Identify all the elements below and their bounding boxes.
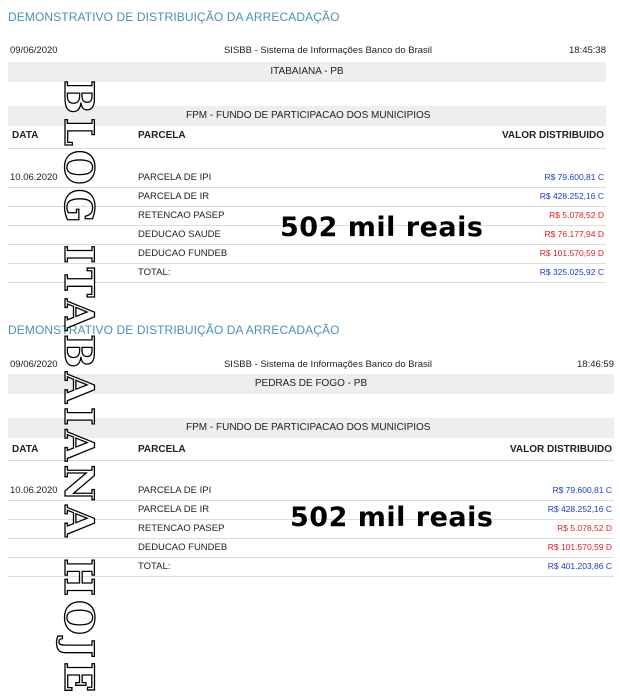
row-parcela: RETENCAO PASEP	[138, 523, 225, 534]
row-valor: R$ 5.078,52 D	[549, 210, 604, 220]
row-parcela: TOTAL:	[138, 267, 171, 278]
column-parcela: PARCELA	[138, 444, 186, 455]
row-valor: R$ 5.078,52 D	[557, 523, 612, 533]
report-date: 09/06/2020	[10, 359, 58, 370]
row-valor: R$ 76.177,94 D	[544, 229, 604, 239]
row-parcela: PARCELA DE IPI	[138, 485, 212, 496]
row-valor: R$ 428.252,16 C	[547, 504, 612, 514]
column-date: DATA	[12, 130, 39, 141]
fund-name: FPM - FUNDO DE PARTICIPACAO DOS MUNICIPI…	[186, 422, 431, 433]
row-valor: R$ 401.203,86 C	[547, 561, 612, 571]
row-parcela: DEDUCAO FUNDEB	[138, 248, 228, 259]
row-valor: R$ 428.252,16 C	[539, 191, 604, 201]
overlay-amount: 502 mil reais	[290, 502, 494, 533]
row-parcela: PARCELA DE IR	[138, 191, 210, 202]
row-date: 10.06.2020	[10, 485, 58, 496]
report-meta-row: 09/06/2020 SISBB - Sistema de Informaçõe…	[8, 45, 606, 59]
row-parcela: TOTAL:	[138, 561, 171, 572]
row-parcela: DEDUCAO SAUDE	[138, 229, 221, 240]
municipality-name: ITABAIANA - PB	[270, 66, 344, 77]
row-valor: R$ 325.025,92 C	[539, 267, 604, 277]
report-time: 18:46:59	[577, 359, 614, 370]
report-date: 09/06/2020	[10, 45, 58, 56]
fund-name: FPM - FUNDO DE PARTICIPACAO DOS MUNICIPI…	[186, 110, 431, 121]
column-valor: VALOR DISTRIBUIDO	[509, 444, 612, 455]
row-valor: R$ 79.600,81 C	[552, 485, 612, 495]
system-name: SISBB - Sistema de Informações Banco do …	[223, 359, 433, 370]
row-valor: R$ 101.570,59 D	[547, 542, 612, 552]
row-parcela: DEDUCAO FUNDEB	[138, 542, 228, 553]
municipality-bar: ITABAIANA - PB	[8, 62, 606, 82]
overlay-amount: 502 mil reais	[280, 212, 484, 243]
system-name: SISBB - Sistema de Informações Banco do …	[223, 45, 433, 56]
row-date: 10.06.2020	[10, 172, 58, 183]
municipality-name: PEDRAS DE FOGO - PB	[254, 378, 368, 389]
row-parcela: PARCELA DE IPI	[138, 172, 212, 183]
report-time: 18:45:38	[569, 45, 606, 56]
row-valor: R$ 79.600,81 C	[544, 172, 604, 182]
row-valor: R$ 101.570,59 D	[539, 248, 604, 258]
column-parcela: PARCELA	[138, 130, 186, 141]
column-date: DATA	[12, 444, 39, 455]
column-valor: VALOR DISTRIBUIDO	[501, 130, 604, 141]
report-title: DEMONSTRATIVO DE DISTRIBUIÇÃO DA ARRECAD…	[8, 10, 340, 24]
blog-watermark: BLOG ITABAIANA HOJE	[54, 79, 102, 696]
row-parcela: PARCELA DE IR	[138, 504, 210, 515]
row-parcela: RETENCAO PASEP	[138, 210, 225, 221]
